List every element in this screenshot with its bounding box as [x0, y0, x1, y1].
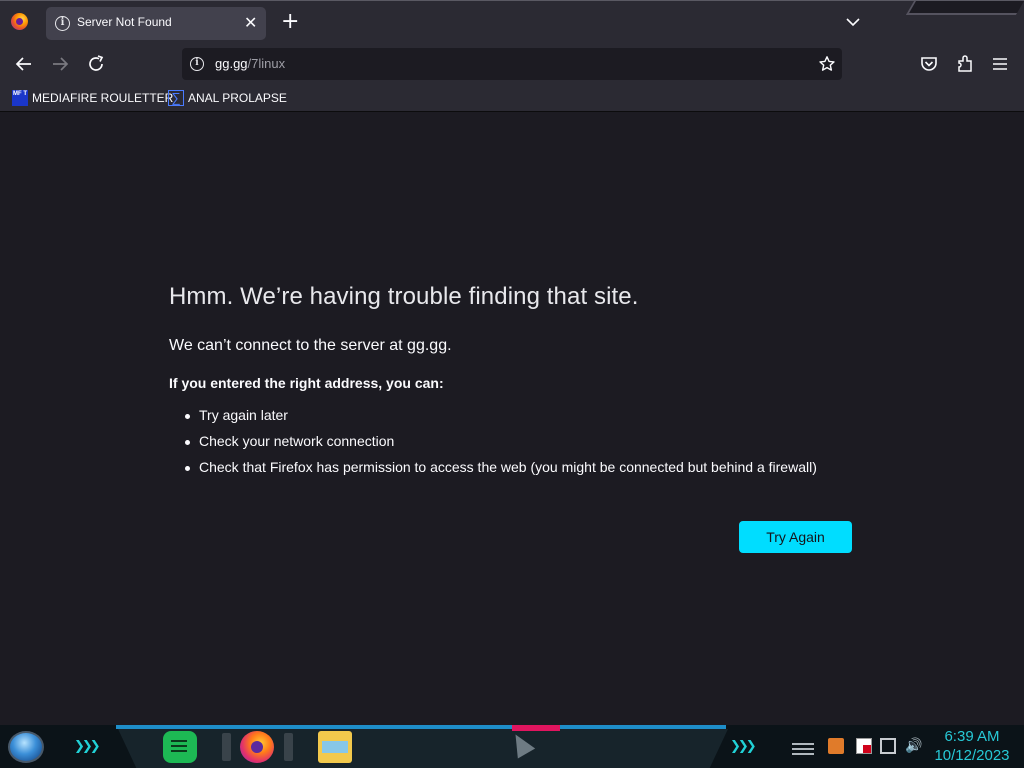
tab-strip: i Server Not Found ✕ +	[0, 0, 1024, 44]
bookmark-anal-prolapse[interactable]: ∑ ANAL PROLAPSE	[168, 89, 287, 107]
bookmark-label: ANAL PROLAPSE	[188, 91, 287, 105]
firefox-view-icon[interactable]	[11, 13, 28, 30]
taskbar: ❯❯❯ ❯❯❯ 🔊 6:39 AM 10/12/2023	[0, 725, 1024, 768]
tray-overflow-icon[interactable]	[792, 741, 814, 755]
info-icon: i	[55, 16, 70, 31]
chevron-decoration-icon: ❯❯❯	[730, 739, 757, 754]
java-icon[interactable]	[828, 738, 844, 754]
menu-hamburger-icon[interactable]	[989, 53, 1011, 75]
suggestion-item: Try again later	[185, 407, 869, 423]
action-center-flag-icon[interactable]	[856, 738, 872, 754]
chevron-decoration-icon: ❯❯❯	[74, 739, 101, 754]
close-tab-icon[interactable]: ✕	[244, 14, 257, 32]
volume-icon[interactable]: 🔊	[905, 738, 922, 754]
page-content: Hmm. We’re having trouble finding that s…	[0, 113, 1024, 725]
reload-icon[interactable]	[85, 53, 107, 75]
error-lead: If you entered the right address, you ca…	[169, 375, 444, 391]
taskbar-separator	[284, 733, 293, 761]
back-arrow-icon[interactable]	[13, 53, 35, 75]
error-container: Hmm. We’re having trouble finding that s…	[169, 283, 869, 485]
suggestion-item: Check your network connection	[185, 433, 869, 449]
network-icon[interactable]	[880, 738, 896, 754]
navigation-toolbar: i gg.gg/7linux	[0, 44, 1024, 84]
error-subtitle: We can’t connect to the server at gg.gg.	[169, 337, 452, 354]
chevron-down-icon[interactable]	[845, 14, 861, 30]
taskbar-accent	[512, 725, 560, 731]
taskbar-glow	[116, 725, 726, 729]
taskbar-panel	[118, 729, 728, 768]
sigma-icon: ∑	[168, 90, 184, 106]
try-again-button[interactable]: Try Again	[739, 521, 852, 553]
suggestion-item: Check that Firefox has permission to acc…	[185, 459, 869, 475]
url-path: /7linux	[247, 56, 286, 71]
forward-arrow-icon[interactable]	[49, 53, 71, 75]
taskbar-clock[interactable]: 6:39 AM 10/12/2023	[930, 727, 1014, 765]
firefox-icon[interactable]	[240, 731, 274, 763]
extensions-icon[interactable]	[954, 53, 976, 75]
file-explorer-icon[interactable]	[318, 731, 352, 763]
taskbar-separator	[222, 733, 231, 761]
notes-app-icon[interactable]	[163, 731, 197, 763]
suggestion-list: Try again later Check your network conne…	[169, 407, 869, 475]
bookmark-mediafire-rouletter[interactable]: MF T MEDIAFIRE ROULETTER	[12, 89, 173, 107]
url-host: gg.gg	[215, 56, 248, 71]
bookmark-label: MEDIAFIRE ROULETTER	[32, 91, 174, 105]
window-frame-decoration	[905, 1, 1024, 15]
new-tab-button[interactable]: +	[281, 11, 299, 33]
address-bar[interactable]: i gg.gg/7linux	[182, 48, 842, 80]
bookmark-star-icon[interactable]	[818, 55, 836, 73]
tab-title: Server Not Found	[77, 15, 172, 29]
clock-date: 10/12/2023	[934, 747, 1010, 764]
mediafire-icon: MF T	[12, 90, 28, 106]
clock-time: 6:39 AM	[944, 728, 1000, 745]
pocket-icon[interactable]	[918, 53, 940, 75]
bookmarks-toolbar: MF T MEDIAFIRE ROULETTER ∑ ANAL PROLAPSE	[0, 84, 1024, 112]
url-text[interactable]: gg.gg/7linux	[215, 56, 285, 71]
start-orb-icon[interactable]	[8, 731, 44, 763]
site-info-icon[interactable]: i	[190, 57, 204, 71]
tab-server-not-found[interactable]: i Server Not Found ✕	[46, 7, 266, 40]
error-title: Hmm. We’re having trouble finding that s…	[169, 283, 639, 310]
